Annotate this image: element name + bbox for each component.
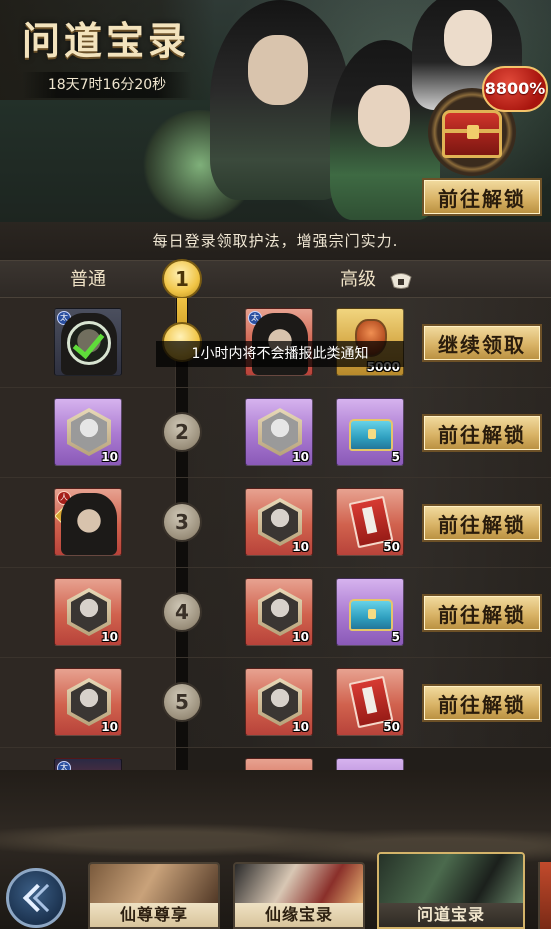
level-node: 3 [162,502,202,542]
normal-column-label: 普通 [70,269,106,290]
level-node: 5 [162,682,202,722]
item-count: 10 [101,630,118,644]
item-count: 10 [292,720,309,734]
normal-reward-item[interactable]: 太 [54,308,122,376]
tab-xianyuan-record[interactable]: 仙缘宝录 [233,862,365,929]
item-count: 50 [383,540,400,554]
tab-next-partial[interactable] [538,862,551,929]
reward-row: 10 2 10 5 前往解锁 [0,388,551,478]
continue-claim-button[interactable]: 继续领取 [422,324,542,362]
advanced-column-label: 高级 [340,269,376,290]
normal-reward-item[interactable]: 10 [54,578,122,646]
item-count: 10 [292,540,309,554]
item-count: 10 [101,720,118,734]
claimed-check-icon [67,321,111,365]
normal-reward-item[interactable]: 10 [54,668,122,736]
reward-row: 10 4 10 5 前往解锁 [0,568,551,658]
item-count: 10 [101,450,118,464]
level-node: 2 [162,412,202,452]
tab-xianzun-exclusive[interactable]: 仙尊尊享 [88,862,220,929]
toast-notification: 1小时内将不会播报此类通知 [156,341,404,367]
tab-art [379,854,523,910]
advanced-reward-item[interactable]: 10 [245,488,313,556]
blue-chest-icon [349,599,393,631]
sect-tag-icon: 太 [57,761,71,770]
bonus-percent-badge: 8800% [482,66,548,112]
tab-label: 仙尊尊享 [90,903,218,927]
item-count: 10 [292,630,309,644]
normal-reward-item[interactable]: 太 [54,758,122,770]
normal-reward-item[interactable]: 10 [54,398,122,466]
item-count: 50 [383,720,400,734]
item-count: 5 [391,630,400,644]
unlock-button[interactable]: 前往解锁 [422,594,542,632]
columns-header: 普通 高级 [0,260,551,298]
reward-row: 10 5 10 50 前往解锁 [0,658,551,748]
tab-wendao-record-active[interactable]: 问道宝录 [377,852,525,929]
normal-reward-item[interactable]: 人 [54,488,122,556]
daily-login-info: 每日登录领取护法，增强宗门实力. [0,222,551,260]
unlock-button[interactable]: 前往解锁 [422,504,542,542]
tab-label: 仙缘宝录 [235,903,363,927]
countdown-timer: 18天7时16分20秒 [22,72,192,98]
reward-row-partial: 太 [0,748,551,770]
unlock-button[interactable]: 前往解锁 [422,684,542,722]
advanced-reward-item[interactable] [336,758,404,770]
level-node-1: 1 [162,259,202,299]
back-chevron-icon[interactable] [6,868,66,928]
unlock-button[interactable]: 前往解锁 [422,414,542,452]
reward-list[interactable]: 太 太 5000 继续领取 10 2 10 5 前往解锁 人 3 10 50 前… [0,298,551,770]
advanced-reward-item[interactable]: 10 [245,398,313,466]
advanced-reward-item[interactable]: 50 [336,668,404,736]
advanced-reward-item[interactable] [245,758,313,770]
advanced-reward-item[interactable]: 5 [336,398,404,466]
item-count: 5 [391,450,400,464]
advanced-reward-item[interactable]: 5 [336,578,404,646]
level-node: 4 [162,592,202,632]
page-title: 问道宝录 [22,18,191,63]
character-art-swordsman [210,0,350,200]
blue-chest-icon [349,419,393,451]
lock-icon [390,273,412,289]
tab-label: 问道宝录 [379,903,523,927]
item-count: 10 [292,450,309,464]
advanced-reward-item[interactable]: 50 [336,488,404,556]
banner-unlock-button[interactable]: 前往解锁 [422,178,542,216]
reward-row: 人 3 10 50 前往解锁 [0,478,551,568]
advanced-reward-item[interactable]: 10 [245,668,313,736]
advanced-reward-item[interactable]: 10 [245,578,313,646]
